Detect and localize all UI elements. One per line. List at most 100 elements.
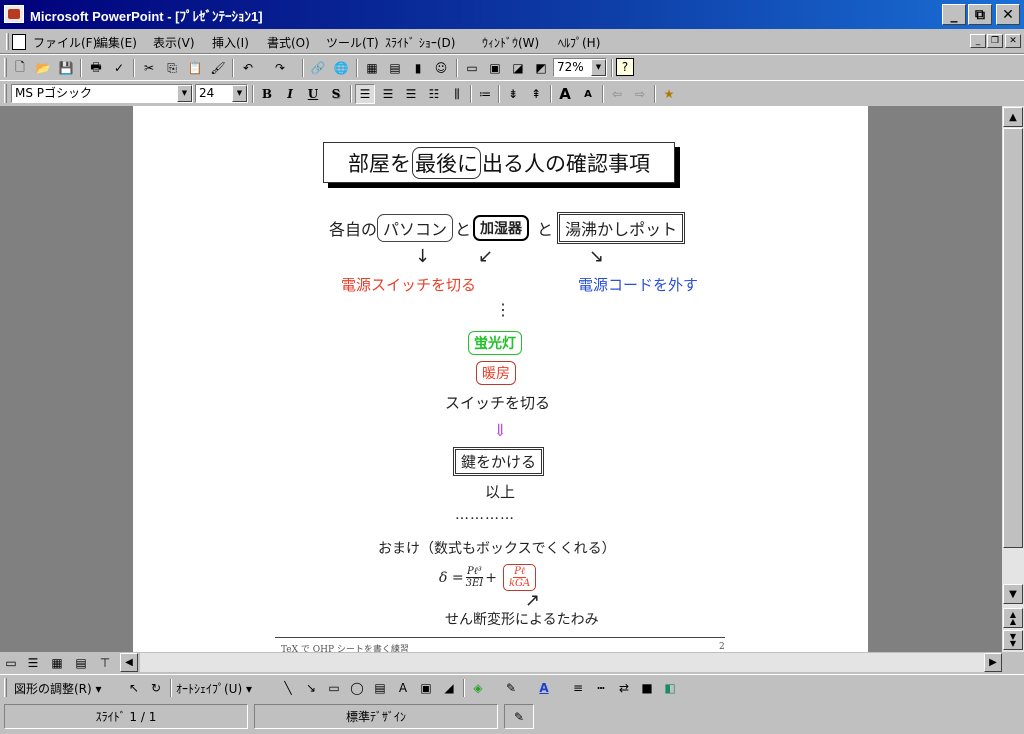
menu-window[interactable]: ｳｨﾝﾄﾞｳ(W): [482, 34, 539, 51]
shadow-style-icon[interactable]: ■: [637, 678, 657, 698]
clipart-tool-icon[interactable]: ◢: [439, 678, 459, 698]
notes-view-icon[interactable]: ▤: [72, 654, 90, 671]
doc-restore-button[interactable]: ❐: [987, 34, 1003, 48]
decrease-font-icon[interactable]: A: [578, 84, 598, 104]
increase-font-icon[interactable]: A: [555, 84, 575, 104]
insert-excel-icon[interactable]: ▤: [385, 58, 405, 78]
slide-canvas[interactable]: 部屋を 最後に 出る人の確認事項 各自の パソコン と 加湿器 と 湯沸かしポッ…: [133, 106, 868, 652]
close-button[interactable]: ✕: [996, 4, 1020, 25]
font-select[interactable]: MS Pゴシック ▼: [11, 84, 193, 103]
toolbar-grip[interactable]: [4, 84, 7, 103]
slide-sorter-view-icon[interactable]: ▦: [48, 654, 66, 671]
increase-spacing-icon[interactable]: ⇟: [503, 84, 523, 104]
arrow-style-icon[interactable]: ⇄: [614, 678, 634, 698]
redo-icon[interactable]: ↷: [270, 58, 290, 78]
scroll-left-icon[interactable]: ◀: [120, 653, 138, 672]
next-slide-icon[interactable]: ▼ ▼: [1003, 630, 1023, 650]
zoom-select[interactable]: 72% ▼: [553, 58, 607, 77]
copy-icon[interactable]: ⎘: [162, 58, 182, 78]
menu-slideshow[interactable]: ｽﾗｲﾄﾞ ｼｮｰ(D): [385, 34, 455, 51]
free-rotate-icon[interactable]: ↻: [146, 678, 166, 698]
insert-chart-icon[interactable]: ▮: [408, 58, 428, 78]
menu-insert[interactable]: 挿入(I): [212, 34, 249, 51]
draw-menu[interactable]: 図形の調整(R) ▾: [14, 680, 102, 697]
grayscale-icon[interactable]: ◩: [531, 58, 551, 78]
ellipse-tool-icon[interactable]: ◯: [347, 678, 367, 698]
insert-picture-icon[interactable]: ▣: [416, 678, 436, 698]
restore-button[interactable]: ⧉: [968, 4, 992, 25]
scroll-up-icon[interactable]: ▲: [1003, 107, 1023, 127]
vertical-text-icon[interactable]: ⫼: [447, 84, 467, 104]
menu-edit[interactable]: 編集(E): [96, 34, 137, 51]
slide-view-icon[interactable]: ▭: [2, 654, 20, 671]
slideshow-view-icon[interactable]: ⊤: [96, 654, 114, 671]
menu-file[interactable]: ファイル(F): [33, 34, 97, 51]
apply-design-icon[interactable]: ◪: [508, 58, 528, 78]
horizontal-scroll-track[interactable]: [140, 653, 986, 672]
dash-style-icon[interactable]: ┅: [591, 678, 611, 698]
save-icon[interactable]: 💾: [56, 58, 76, 78]
slide-layout-icon[interactable]: ▣: [485, 58, 505, 78]
web-icon[interactable]: 🌐: [331, 58, 351, 78]
help-icon[interactable]: ?: [616, 58, 634, 76]
doc-minimize-button[interactable]: _: [970, 34, 986, 48]
demote-icon[interactable]: ⇨: [630, 84, 650, 104]
animation-effects-icon[interactable]: ★: [659, 84, 679, 104]
line-tool-icon[interactable]: ╲: [278, 678, 298, 698]
menu-view[interactable]: 表示(V): [153, 34, 195, 51]
arrow-tool-icon[interactable]: ↘: [301, 678, 321, 698]
open-icon[interactable]: 📂: [33, 58, 53, 78]
new-slide-icon[interactable]: ▭: [462, 58, 482, 78]
outline-view-icon[interactable]: ☰: [24, 654, 42, 671]
cut-icon[interactable]: ✂: [139, 58, 159, 78]
slide-title-box[interactable]: 部屋を 最後に 出る人の確認事項: [323, 142, 675, 183]
italic-button[interactable]: I: [280, 84, 300, 104]
scroll-down-icon[interactable]: ▼: [1003, 584, 1023, 604]
fill-color-icon[interactable]: ◈: [468, 678, 488, 698]
previous-slide-icon[interactable]: ▲ ▲: [1003, 608, 1023, 628]
scroll-thumb[interactable]: [1003, 128, 1023, 548]
size-dropdown-icon[interactable]: ▼: [232, 85, 247, 102]
font-size-select[interactable]: 24 ▼: [195, 84, 248, 103]
toolbar-grip[interactable]: [4, 58, 7, 77]
line-style-icon[interactable]: ≡: [568, 678, 588, 698]
decrease-spacing-icon[interactable]: ⇞: [526, 84, 546, 104]
3d-style-icon[interactable]: ◧: [660, 678, 680, 698]
scroll-right-icon[interactable]: ▶: [984, 653, 1002, 672]
spellcheck-icon[interactable]: ✓: [109, 58, 129, 78]
print-icon[interactable]: 🖶: [86, 58, 106, 78]
align-left-icon[interactable]: ☰: [355, 84, 375, 104]
autoshape-menu[interactable]: ｵｰﾄｼｪｲﾌﾟ(U) ▾: [176, 680, 252, 697]
font-dropdown-icon[interactable]: ▼: [177, 85, 192, 102]
bold-button[interactable]: B: [257, 84, 277, 104]
vertical-scrollbar[interactable]: ▲ ▼ ▲ ▲ ▼ ▼: [1002, 106, 1024, 652]
paste-icon[interactable]: 📋: [185, 58, 205, 78]
align-center-icon[interactable]: ☰: [378, 84, 398, 104]
hyperlink-icon[interactable]: 🔗: [308, 58, 328, 78]
bullets-icon[interactable]: ≔: [475, 84, 495, 104]
insert-clipart-icon[interactable]: ☺: [431, 58, 451, 78]
undo-icon[interactable]: ↶: [238, 58, 258, 78]
menu-format[interactable]: 書式(O): [267, 34, 310, 51]
minimize-button[interactable]: _: [942, 4, 966, 25]
wordart-tool-icon[interactable]: A: [393, 678, 413, 698]
toolbar-grip[interactable]: [4, 678, 7, 697]
shadow-button[interactable]: S: [326, 84, 346, 104]
rectangle-tool-icon[interactable]: ▭: [324, 678, 344, 698]
font-color-icon[interactable]: A: [534, 678, 554, 698]
insert-table-icon[interactable]: ▦: [362, 58, 382, 78]
menubar-grip[interactable]: [6, 33, 9, 50]
underline-button[interactable]: U: [303, 84, 323, 104]
align-right-icon[interactable]: ☰: [401, 84, 421, 104]
doc-close-button[interactable]: ✕: [1005, 34, 1021, 48]
promote-icon[interactable]: ⇦: [607, 84, 627, 104]
justify-icon[interactable]: ☷: [424, 84, 444, 104]
select-pointer-icon[interactable]: ↖: [124, 678, 144, 698]
document-icon[interactable]: [12, 34, 26, 50]
menu-tools[interactable]: ツール(T): [326, 34, 379, 51]
line-color-icon[interactable]: ✎: [501, 678, 521, 698]
new-icon[interactable]: 🗋: [10, 58, 30, 78]
format-painter-icon[interactable]: 🖌: [208, 58, 228, 78]
textbox-tool-icon[interactable]: ▤: [370, 678, 390, 698]
zoom-dropdown-icon[interactable]: ▼: [591, 59, 606, 76]
